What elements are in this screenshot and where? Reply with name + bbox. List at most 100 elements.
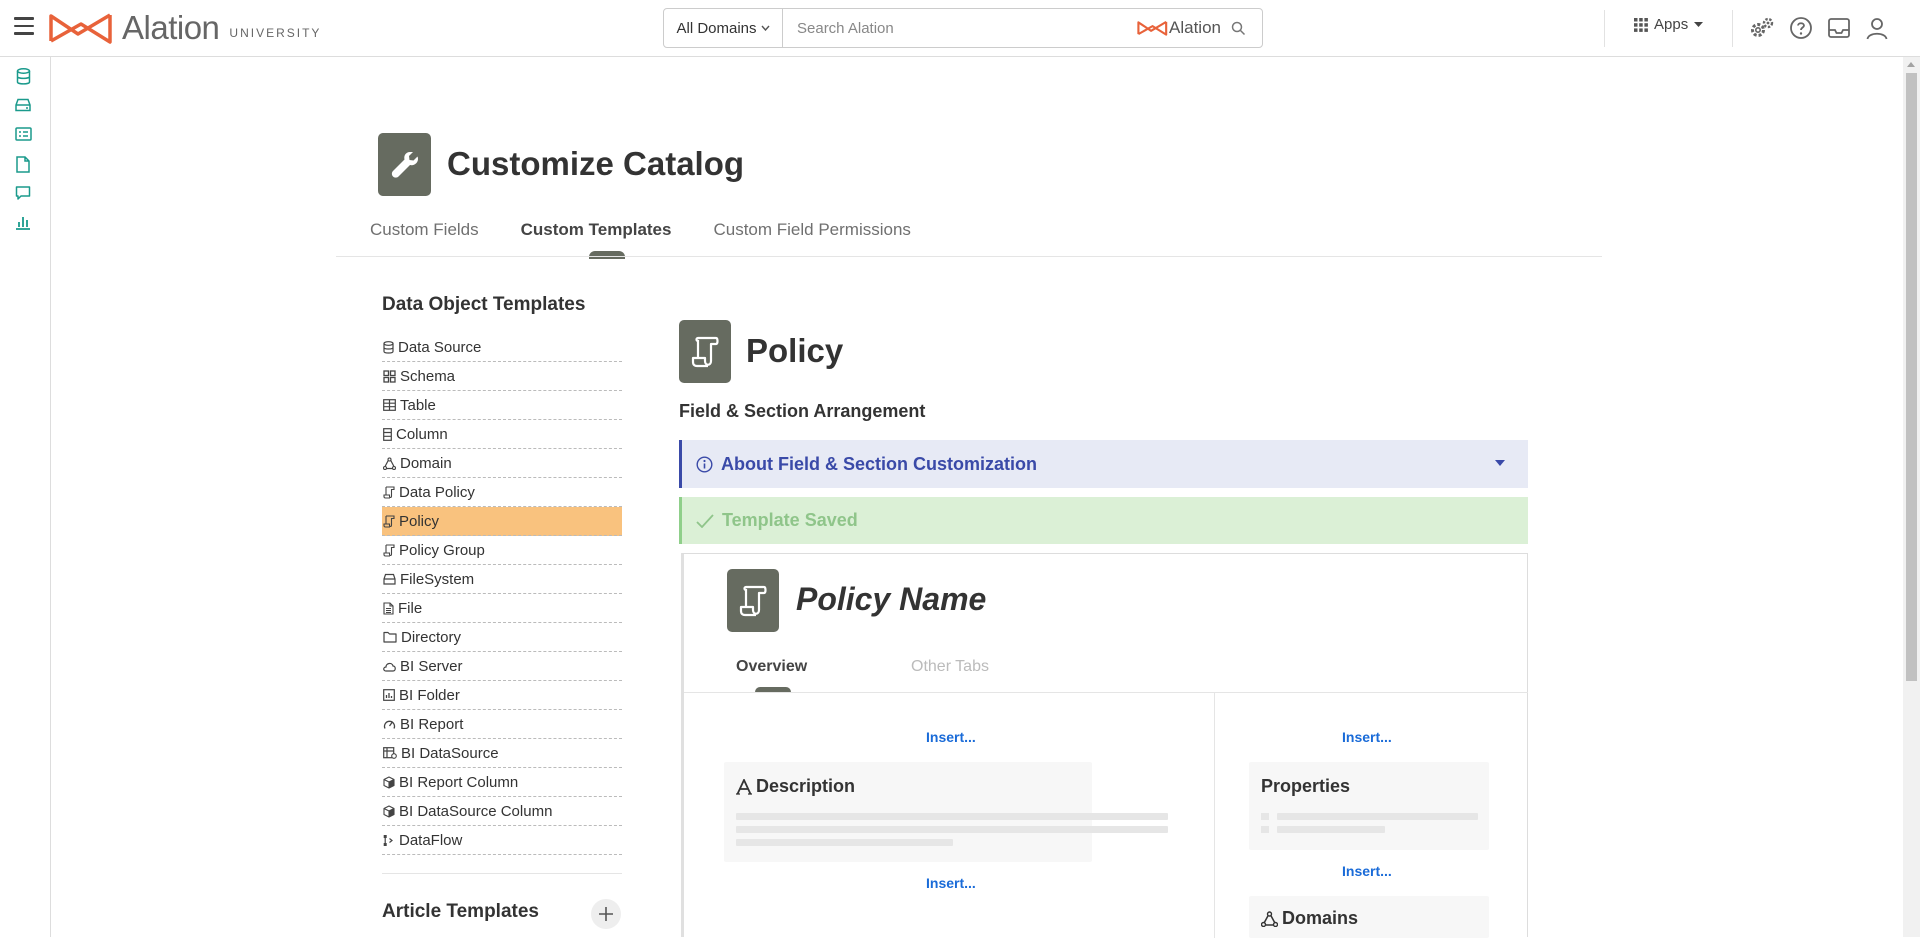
settings-icon[interactable] xyxy=(1749,15,1775,41)
help-icon[interactable] xyxy=(1788,15,1814,41)
filesystem-icon[interactable] xyxy=(13,95,33,115)
add-article-template-button[interactable] xyxy=(591,899,621,929)
description-title: Description xyxy=(736,776,855,797)
scroll-up-arrow[interactable] xyxy=(1907,62,1915,67)
template-item-label: BI DataSource xyxy=(401,744,499,762)
properties-card[interactable]: Properties xyxy=(1249,762,1489,850)
menu-icon[interactable] xyxy=(14,17,34,37)
article-icon[interactable] xyxy=(13,154,33,174)
conversation-icon[interactable] xyxy=(13,183,33,203)
search-icon[interactable] xyxy=(1231,21,1246,36)
domain-icon xyxy=(383,456,396,470)
template-item-bi-server[interactable]: BI Server xyxy=(382,652,622,681)
domains-title: Domains xyxy=(1261,908,1358,929)
template-item-table[interactable]: Table xyxy=(382,391,622,420)
template-item-data-source[interactable]: Data Source xyxy=(382,333,622,362)
tab-custom-field-permissions[interactable]: Custom Field Permissions xyxy=(713,220,910,257)
divider xyxy=(684,692,1528,693)
template-item-schema[interactable]: Schema xyxy=(382,362,622,391)
caret-down-icon[interactable] xyxy=(1495,460,1505,466)
insert-link[interactable]: Insert... xyxy=(1342,863,1392,879)
catalog-icon[interactable] xyxy=(13,124,33,144)
brand-logo[interactable]: Alation UNIVERSITY xyxy=(48,8,321,48)
page-title: Customize Catalog xyxy=(447,145,745,182)
domain-icon xyxy=(1261,910,1278,927)
insert-link[interactable]: Insert... xyxy=(926,729,976,745)
tab-custom-fields[interactable]: Custom Fields xyxy=(370,220,479,257)
alation-logo-icon xyxy=(49,13,112,44)
plus-icon xyxy=(599,907,613,921)
properties-title: Properties xyxy=(1261,776,1351,796)
apps-label: Apps xyxy=(1654,16,1689,33)
template-item-bi-report[interactable]: BI Report xyxy=(382,710,622,739)
template-item-data-policy[interactable]: Data Policy xyxy=(382,478,622,507)
bi-datasource-icon xyxy=(383,747,397,759)
bi-folder-icon xyxy=(383,689,395,701)
template-item-column[interactable]: Column xyxy=(382,420,622,449)
template-item-label: Schema xyxy=(400,367,456,385)
domain-select[interactable]: All Domains xyxy=(664,9,783,47)
scroll-thumb[interactable] xyxy=(1906,73,1917,681)
description-card[interactable]: Description xyxy=(724,762,1168,862)
search-brand-logo: Alation xyxy=(1137,18,1221,38)
schema-icon xyxy=(383,369,396,383)
active-tab-indicator xyxy=(589,251,625,259)
template-item-bi-folder[interactable]: BI Folder xyxy=(382,681,622,710)
template-item-bi-datasource[interactable]: BI DataSource xyxy=(382,739,622,768)
checkmark-icon xyxy=(696,513,714,528)
template-item-filesystem[interactable]: FileSystem xyxy=(382,565,622,594)
domains-card[interactable]: Domains xyxy=(1249,896,1489,938)
policy-icon xyxy=(727,569,779,632)
template-item-label: Table xyxy=(400,396,436,414)
page-tabs: Custom Fields Custom Templates Custom Fi… xyxy=(370,220,953,257)
about-customization-panel[interactable]: About Field & Section Customization xyxy=(679,440,1528,488)
apps-menu[interactable]: Apps xyxy=(1634,16,1704,33)
template-item-policy-group[interactable]: Policy Group xyxy=(382,536,622,565)
alation-logo-icon xyxy=(1137,20,1168,36)
filesystem-icon xyxy=(383,573,396,585)
template-preview: Policy Name Overview Other Tabs Insert..… xyxy=(681,553,1528,938)
preview-tab-other[interactable]: Other Tabs xyxy=(911,658,989,676)
template-item-bi-report-column[interactable]: BI Report Column xyxy=(382,768,622,797)
template-item-label: BI Report xyxy=(400,715,464,733)
domains-title-label: Domains xyxy=(1282,908,1359,928)
data-object-templates-heading: Data Object Templates xyxy=(382,294,586,315)
user-icon[interactable] xyxy=(1864,15,1890,41)
database-icon[interactable] xyxy=(13,66,33,86)
template-item-bi-datasource-column[interactable]: BI DataSource Column xyxy=(382,797,622,826)
preview-title: Policy Name xyxy=(796,581,987,617)
template-item-policy[interactable]: Policy xyxy=(382,507,622,536)
template-item-label: Data Source xyxy=(398,338,482,356)
template-item-directory[interactable]: Directory xyxy=(382,623,622,652)
preview-tab-overview[interactable]: Overview xyxy=(736,658,807,676)
policy-icon xyxy=(383,543,395,557)
placeholder-line xyxy=(1277,826,1385,833)
template-saved-alert: Template Saved xyxy=(679,497,1528,544)
template-item-label: File xyxy=(398,599,423,617)
wrench-icon xyxy=(378,133,431,196)
placeholder-bullet xyxy=(1261,826,1269,833)
search-input[interactable] xyxy=(783,19,1138,37)
template-item-label: Policy xyxy=(399,512,440,530)
insert-link[interactable]: Insert... xyxy=(926,875,976,891)
search-bar: All Domains Alation xyxy=(663,8,1263,48)
search-logo-text: Alation xyxy=(1169,18,1221,37)
template-item-domain[interactable]: Domain xyxy=(382,449,622,478)
divider xyxy=(382,873,622,874)
bar-chart-icon[interactable] xyxy=(13,212,33,232)
inbox-icon[interactable] xyxy=(1826,15,1852,41)
template-item-dataflow[interactable]: DataFlow xyxy=(382,826,622,855)
divider xyxy=(1604,10,1605,47)
left-rail xyxy=(0,57,51,937)
database-icon xyxy=(383,340,394,354)
placeholder-line xyxy=(736,826,1168,833)
vertical-scrollbar[interactable] xyxy=(1903,57,1920,937)
article-templates-heading: Article Templates xyxy=(382,901,539,922)
policy-icon xyxy=(383,514,395,528)
domain-select-label: All Domains xyxy=(676,19,757,37)
policy-icon xyxy=(679,320,731,383)
table-icon xyxy=(383,399,396,411)
insert-link[interactable]: Insert... xyxy=(1342,729,1392,745)
template-item-file[interactable]: File xyxy=(382,594,622,623)
grid-icon xyxy=(1634,17,1648,32)
